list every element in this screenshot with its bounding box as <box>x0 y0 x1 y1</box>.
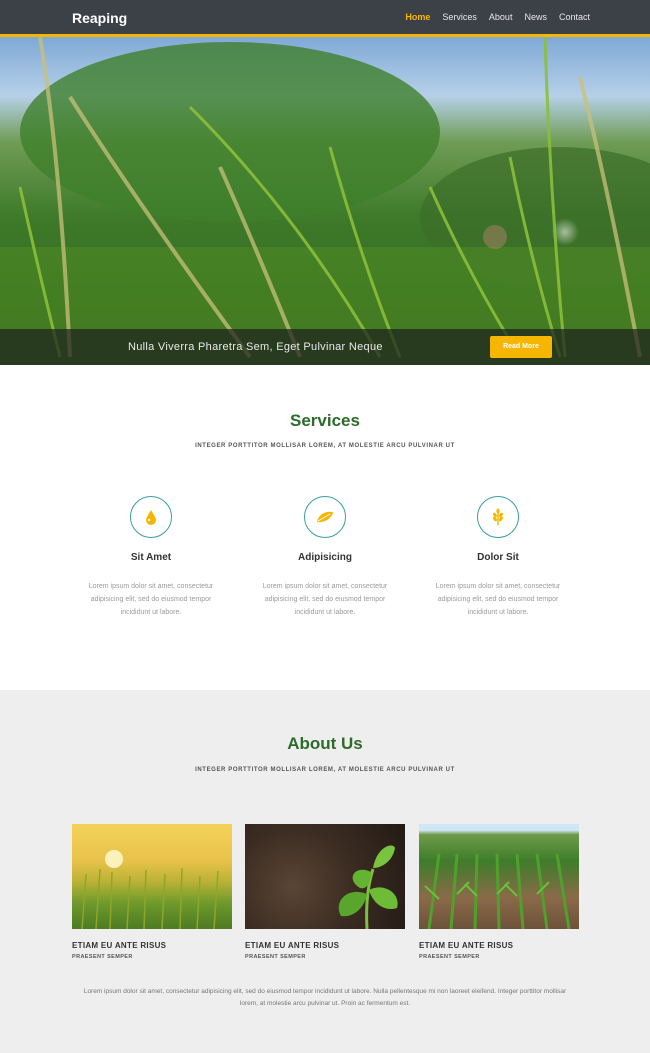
service-title: Adipisicing <box>298 552 352 563</box>
drop-icon <box>130 496 172 538</box>
about-subtitle: INTEGER PORTTITOR MOLLISAR LOREM, AT MOL… <box>195 767 455 773</box>
about-section: About Us INTEGER PORTTITOR MOLLISAR LORE… <box>0 690 650 1053</box>
services-title: Services <box>290 411 360 430</box>
service-text: Lorem ipsum dolor sit amet, consectetur … <box>435 583 561 616</box>
card-subtitle: PRAESENT SEMPER <box>245 954 306 960</box>
service-text: Lorem ipsum dolor sit amet, consectetur … <box>88 583 214 616</box>
card-title: ETIAM EU ANTE RISUS <box>72 941 167 950</box>
hero-caption: Nulla Viverra Pharetra Sem, Eget Pulvina… <box>128 341 383 353</box>
wheat-field-image <box>72 824 232 929</box>
seedling-image <box>245 824 405 929</box>
service-title: Sit Amet <box>130 552 172 563</box>
leaf-icon <box>304 496 346 538</box>
about-card[interactable]: ETIAM EU ANTE RISUS PRAESENT SEMPER <box>72 824 232 960</box>
hero-grass-image <box>0 37 650 365</box>
service-title: Dolor Sit <box>477 552 519 563</box>
service-adipisicing: Adipisicing Lorem ipsum dolor sit amet, … <box>250 496 400 619</box>
main-nav: Home Services About News Contact <box>405 12 590 22</box>
site-header: Reaping Home Services About News Contact <box>0 0 650 37</box>
card-subtitle: PRAESENT SEMPER <box>419 954 480 960</box>
about-card[interactable]: ETIAM EU ANTE RISUS PRAESENT SEMPER <box>419 824 579 960</box>
nav-news[interactable]: News <box>524 12 547 22</box>
nav-services[interactable]: Services <box>442 12 477 22</box>
about-description: Lorem ipsum dolor sit amet, consectetur … <box>83 988 567 1007</box>
wheat-icon <box>477 496 519 538</box>
nav-about[interactable]: About <box>489 12 513 22</box>
nav-home[interactable]: Home <box>405 12 430 22</box>
hero-banner: Nulla Viverra Pharetra Sem, Eget Pulvina… <box>0 37 650 365</box>
nav-contact[interactable]: Contact <box>559 12 590 22</box>
service-sit-amet: Sit Amet Lorem ipsum dolor sit amet, con… <box>76 496 226 619</box>
services-subtitle: INTEGER PORTTITOR MOLLISAR LOREM, AT MOL… <box>195 443 455 449</box>
corn-field-image <box>419 824 579 929</box>
card-subtitle: PRAESENT SEMPER <box>72 954 133 960</box>
hero-caption-bar: Nulla Viverra Pharetra Sem, Eget Pulvina… <box>0 329 650 365</box>
card-title: ETIAM EU ANTE RISUS <box>419 941 514 950</box>
read-more-button[interactable]: Read More <box>490 336 552 358</box>
about-card[interactable]: ETIAM EU ANTE RISUS PRAESENT SEMPER <box>245 824 405 960</box>
service-text: Lorem ipsum dolor sit amet, consectetur … <box>262 583 388 616</box>
service-dolor-sit: Dolor Sit Lorem ipsum dolor sit amet, co… <box>423 496 573 619</box>
card-title: ETIAM EU ANTE RISUS <box>245 941 340 950</box>
about-title: About Us <box>287 734 363 753</box>
brand-logo[interactable]: Reaping <box>72 10 127 26</box>
